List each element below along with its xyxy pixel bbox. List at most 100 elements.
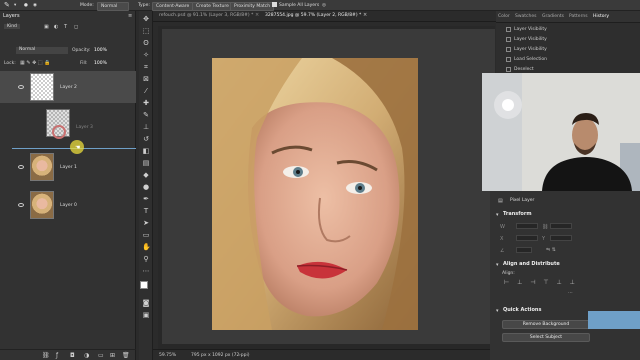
tab-patterns[interactable]: Patterns xyxy=(569,14,588,19)
healing-brush-tool-icon[interactable]: ✚ xyxy=(142,99,150,107)
foreground-color-swatch[interactable] xyxy=(140,281,148,289)
flip-icons[interactable]: ⇋ ⇅ xyxy=(546,247,556,253)
group-folder-icon[interactable]: ▭ xyxy=(98,352,104,359)
more-options-icon[interactable]: ⋯ xyxy=(568,290,573,296)
portrait-illustration xyxy=(212,58,418,330)
document-tab-3287554[interactable]: 3287554.jpg @ 59.7% (Layer 2, RGB/8#) * xyxy=(265,13,361,18)
layer-row-layer-2[interactable]: Layer 2 xyxy=(0,71,136,103)
layer-row-layer-3[interactable]: Layer 3 xyxy=(0,109,136,141)
screen-mode-icon[interactable]: ▣ xyxy=(142,311,150,319)
layer-name[interactable]: Layer 0 xyxy=(60,203,77,208)
fill-value[interactable]: 100% xyxy=(94,61,107,66)
width-field[interactable] xyxy=(516,223,538,229)
type-tool-icon[interactable]: T xyxy=(142,207,150,215)
mode-select[interactable]: Normal xyxy=(97,2,129,11)
type-proximity-match-button[interactable]: Proximity Match xyxy=(230,2,275,11)
filter-shape-icon[interactable]: ◻ xyxy=(74,24,78,30)
brush-settings-icon[interactable]: ◉ xyxy=(33,2,37,9)
select-subject-button[interactable]: Select Subject xyxy=(502,333,590,342)
fx-icon[interactable]: ƒ xyxy=(56,352,58,359)
more-tools-icon[interactable]: ⋯ xyxy=(142,267,150,275)
history-item[interactable]: Layer Visibility xyxy=(514,37,547,42)
blend-mode-select[interactable]: Normal xyxy=(16,47,68,54)
quick-mask-icon[interactable]: ◙ xyxy=(142,299,150,307)
shape-tool-icon[interactable]: ▭ xyxy=(142,231,150,239)
hand-tool-icon[interactable]: ✋ xyxy=(142,243,151,251)
transform-heading[interactable]: Transform xyxy=(503,211,532,217)
gradient-tool-icon[interactable]: ▤ xyxy=(142,159,150,167)
tab-swatches[interactable]: Swatches xyxy=(515,14,537,19)
tab-history[interactable]: History xyxy=(593,14,609,19)
tab-gradients[interactable]: Gradients xyxy=(542,14,564,19)
layer-name[interactable]: Layer 2 xyxy=(60,85,77,90)
kind-filter[interactable]: Kind xyxy=(4,24,20,29)
filter-type-icon[interactable]: T xyxy=(64,24,67,30)
frame-tool-icon[interactable]: ⊠ xyxy=(142,75,150,83)
angle-icon[interactable]: ◎ xyxy=(322,2,326,9)
zoom-level[interactable]: 59.75% xyxy=(159,353,176,358)
brush-tool-icon[interactable]: ✎ xyxy=(142,111,150,119)
panel-menu-icon[interactable]: ≡ xyxy=(128,13,132,19)
layer-row-layer-0[interactable]: Layer 0 xyxy=(0,189,136,221)
tool-preset-dropdown-icon[interactable]: ▾ xyxy=(14,2,16,9)
adjustment-layer-icon[interactable]: ◑ xyxy=(84,352,89,359)
crop-tool-icon[interactable]: ⌗ xyxy=(142,63,150,71)
align-buttons[interactable]: ⊢ ⊥ ⊣ ⊤ ⊥ ⊥ xyxy=(504,279,578,286)
layer-name[interactable]: Layer 3 xyxy=(76,125,93,130)
add-mask-icon[interactable]: ◘ xyxy=(70,352,75,359)
close-tab-icon[interactable]: × xyxy=(255,12,259,18)
tab-color[interactable]: Color xyxy=(498,14,510,19)
type-create-texture-button[interactable]: Create Texture xyxy=(192,2,233,11)
filter-pixel-icon[interactable]: ▣ xyxy=(44,24,49,30)
healing-brush-icon[interactable]: ✎ xyxy=(4,2,10,9)
layer-row-layer-1[interactable]: Layer 1 xyxy=(0,153,136,185)
right-panel-tabs: Color Swatches Gradients Patterns Histor… xyxy=(496,11,640,23)
eye-icon[interactable] xyxy=(18,165,24,169)
link-icon[interactable]: ⛓ xyxy=(542,224,548,230)
brush-size-icon[interactable]: ● xyxy=(24,2,28,9)
portrait-photo[interactable] xyxy=(212,58,418,330)
quick-actions-heading[interactable]: Quick Actions xyxy=(503,307,541,313)
close-tab-icon[interactable]: × xyxy=(363,12,367,18)
layers-tab[interactable]: Layers xyxy=(3,13,20,21)
blur-tool-icon[interactable]: ◆ xyxy=(142,171,150,179)
eye-icon[interactable] xyxy=(18,203,24,207)
layer-name[interactable]: Layer 1 xyxy=(60,165,77,170)
remove-background-button[interactable]: Remove Background xyxy=(502,320,590,329)
clone-stamp-tool-icon[interactable]: ⊥ xyxy=(142,123,150,131)
history-item[interactable]: Layer Visibility xyxy=(514,27,547,32)
document-tab-refouch[interactable]: refouch.psd @ 91.1% (Layer 3, RGB/8#) * xyxy=(159,13,253,18)
x-field[interactable] xyxy=(516,235,538,241)
collapse-quick-actions-icon[interactable]: ▾ xyxy=(496,308,499,314)
new-layer-icon[interactable]: ⊞ xyxy=(110,352,115,359)
filter-adjustment-icon[interactable]: ◐ xyxy=(54,24,58,30)
eye-icon[interactable] xyxy=(18,85,24,89)
trash-icon[interactable]: 🗑 xyxy=(122,352,130,359)
align-heading[interactable]: Align and Distribute xyxy=(503,261,560,267)
y-field[interactable] xyxy=(550,235,572,241)
status-arrow-icon[interactable]: › xyxy=(239,353,241,358)
opacity-value[interactable]: 100% xyxy=(94,48,107,53)
sample-all-layers-checkbox[interactable]: Sample All Layers xyxy=(272,2,319,9)
lasso-tool-icon[interactable]: ʘ xyxy=(142,39,150,47)
lock-icons[interactable]: ▦ ✎ ✥ ⬚ 🔒 xyxy=(20,60,50,66)
eyedropper-tool-icon[interactable]: ⁄ xyxy=(142,87,150,95)
pen-tool-icon[interactable]: ✒ xyxy=(142,195,150,203)
angle-field[interactable] xyxy=(516,247,532,253)
zoom-tool-icon[interactable]: ⚲ xyxy=(142,255,150,263)
height-field[interactable] xyxy=(550,223,572,229)
dodge-tool-icon[interactable]: ● xyxy=(142,183,150,191)
history-item[interactable]: Load Selection xyxy=(514,57,547,62)
path-select-tool-icon[interactable]: ➤ xyxy=(142,219,150,227)
collapse-align-icon[interactable]: ▾ xyxy=(496,262,499,268)
history-brush-tool-icon[interactable]: ↺ xyxy=(142,135,150,143)
type-content-aware-button[interactable]: Content-Aware xyxy=(152,2,194,11)
move-tool-icon[interactable]: ✥ xyxy=(142,15,150,23)
quick-select-tool-icon[interactable]: ✧ xyxy=(142,51,150,59)
link-layers-icon[interactable]: ⛓ xyxy=(42,352,50,359)
history-item[interactable]: Deselect xyxy=(514,67,534,72)
marquee-tool-icon[interactable]: ⬚ xyxy=(142,27,150,35)
eraser-tool-icon[interactable]: ◧ xyxy=(142,147,150,155)
collapse-transform-icon[interactable]: ▾ xyxy=(496,212,499,218)
history-item[interactable]: Layer Visibility xyxy=(514,47,547,52)
